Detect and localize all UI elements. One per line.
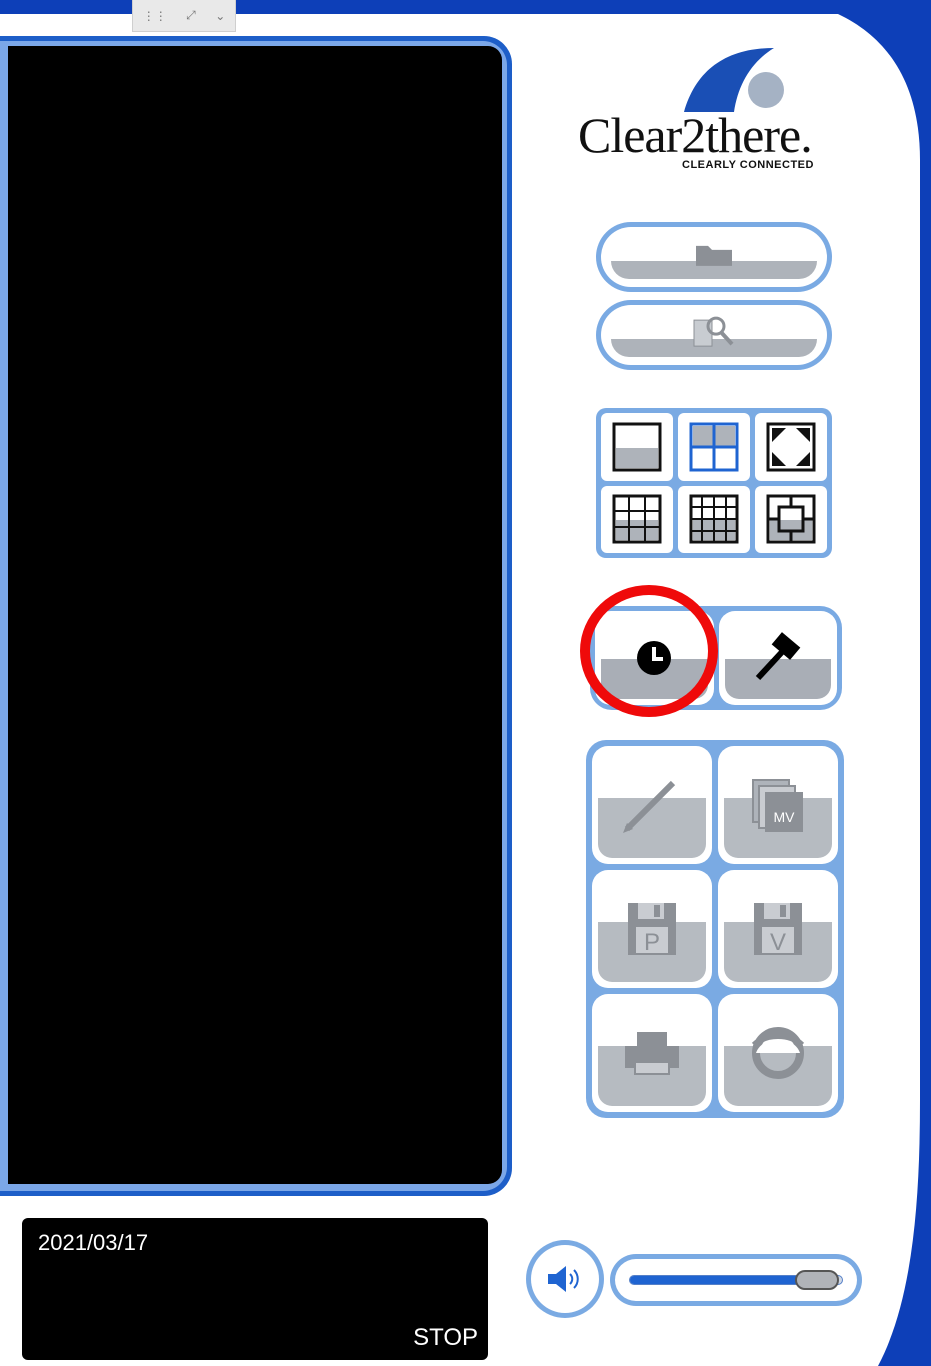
viewer-window: ⋮⋮ ⤢ ⌄ 2021/03/17 STOP Clear2there. CLEA…	[0, 0, 931, 1366]
v-label: V	[770, 929, 786, 956]
view-button[interactable]	[718, 994, 838, 1112]
folder-icon	[696, 245, 732, 266]
volume-button[interactable]	[526, 1240, 604, 1318]
fullscreen-icon	[766, 422, 816, 472]
layout-single-button[interactable]	[601, 413, 673, 481]
eye-icon	[751, 1027, 805, 1079]
layout-nine-button[interactable]	[601, 485, 673, 553]
chevron-down-icon[interactable]: ⌄	[215, 9, 225, 23]
save-v-icon: V	[754, 903, 802, 956]
highlight-ring	[580, 585, 718, 717]
tool-grid: MV P V	[586, 740, 844, 1118]
layout-sequence-button[interactable]	[755, 485, 827, 553]
status-state: STOP	[413, 1324, 478, 1351]
single-view-icon	[612, 422, 662, 472]
brand-logo: Clear2there. CLEARLY CONNECTED	[576, 40, 846, 180]
p-label: P	[644, 929, 660, 956]
quad-view-icon	[689, 422, 739, 472]
open-folder-button[interactable]	[596, 222, 832, 292]
speaker-icon	[548, 1266, 579, 1292]
status-date: 2021/03/17	[38, 1230, 149, 1255]
volume-fill	[630, 1276, 817, 1284]
status-panel: 2021/03/17 STOP	[22, 1218, 488, 1360]
save-p-icon: P	[628, 903, 676, 956]
logo-text: Clear2there.	[578, 107, 813, 163]
printer-icon	[625, 1032, 679, 1075]
volume-thumb[interactable]	[795, 1270, 840, 1290]
grid-view-icon[interactable]: ⋮⋮	[143, 9, 167, 23]
sixteen-view-icon	[689, 494, 739, 544]
layout-grid	[596, 408, 832, 558]
expand-icon[interactable]: ⤢	[186, 8, 196, 23]
save-video-button[interactable]: V	[718, 870, 838, 988]
logo-tagline: CLEARLY CONNECTED	[682, 159, 814, 171]
search-document-icon	[693, 316, 734, 347]
hammer-icon	[755, 632, 801, 681]
save-picture-button[interactable]: P	[592, 870, 712, 988]
layout-fullscreen-button[interactable]	[755, 413, 827, 481]
top-mini-toolbar: ⋮⋮ ⤢ ⌄	[132, 0, 236, 32]
nine-view-icon	[612, 494, 662, 544]
annotate-button[interactable]	[592, 746, 712, 864]
window-right-border	[838, 0, 931, 1366]
mv-label: MV	[774, 809, 796, 825]
layout-sixteen-button[interactable]	[678, 485, 750, 553]
sequence-view-icon	[766, 494, 816, 544]
layout-quad-button[interactable]	[678, 413, 750, 481]
video-display[interactable]	[8, 46, 502, 1184]
print-button[interactable]	[592, 994, 712, 1112]
mv-icon: MV	[752, 779, 803, 832]
search-button[interactable]	[596, 300, 832, 370]
volume-slider[interactable]	[610, 1254, 862, 1306]
pen-icon	[623, 780, 676, 833]
multi-view-button[interactable]: MV	[718, 746, 838, 864]
tools-button[interactable]	[718, 611, 837, 705]
